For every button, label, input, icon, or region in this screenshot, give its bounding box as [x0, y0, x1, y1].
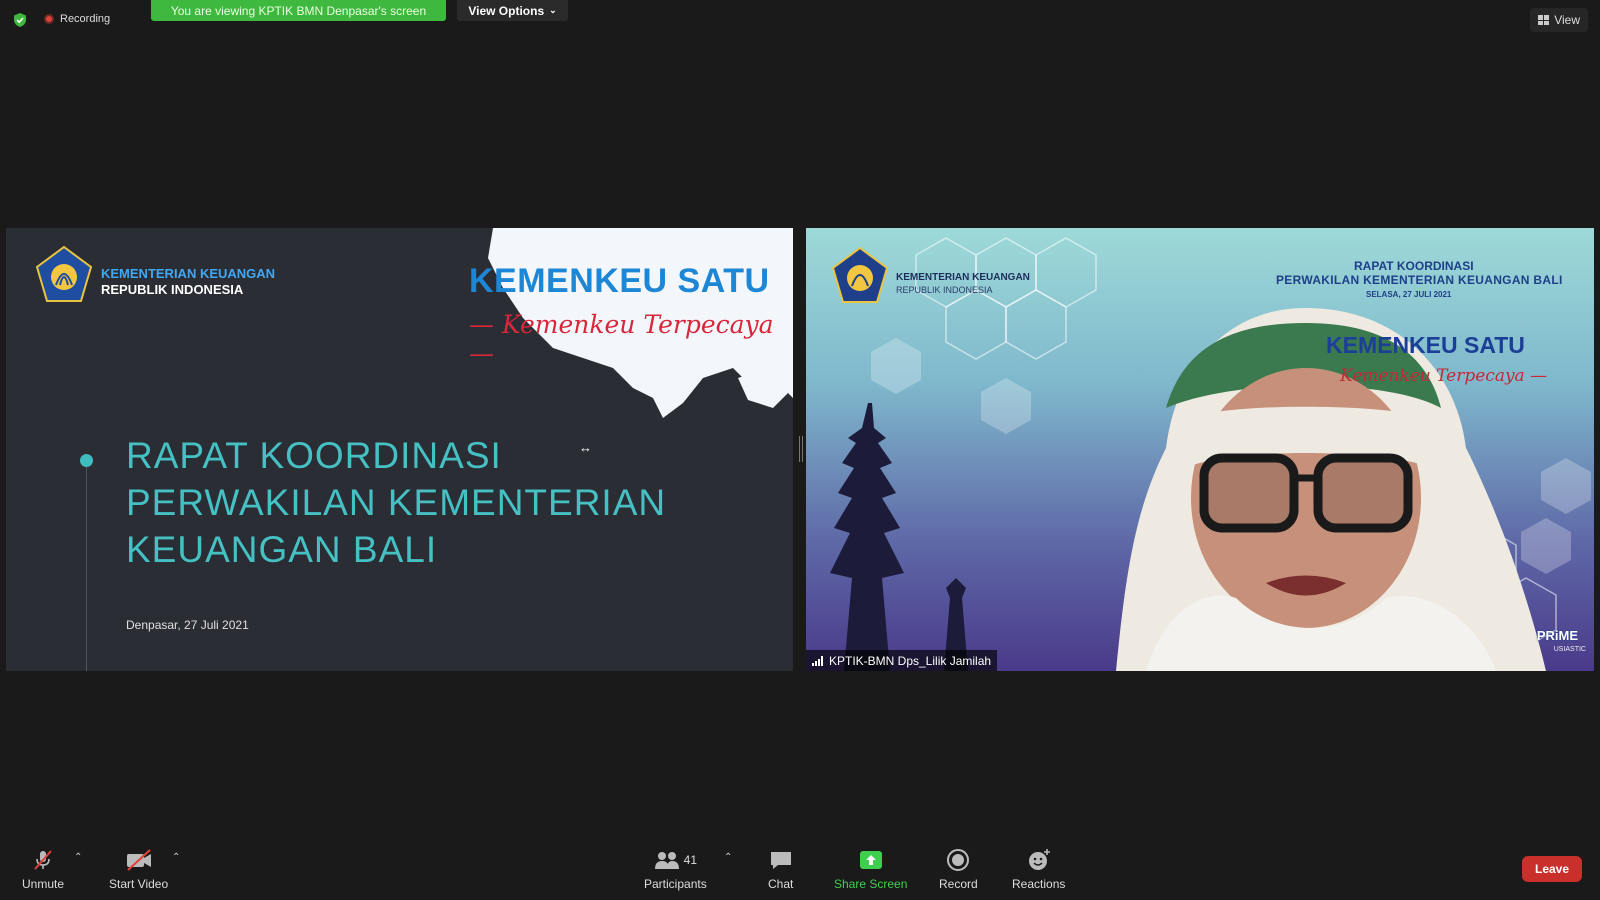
- slide-heading-line: RAPAT KOORDINASI: [126, 435, 502, 476]
- video-options-caret-icon[interactable]: ⌃: [172, 852, 180, 863]
- prime-logo-text: PRiME: [1536, 628, 1578, 643]
- shared-screen-slide[interactable]: KEMENTERIAN KEUANGAN REPUBLIK INDONESIA …: [6, 228, 793, 671]
- slide-org-name: KEMENTERIAN KEUANGAN: [101, 266, 276, 281]
- record-button[interactable]: Record: [939, 848, 978, 891]
- timeline-line: [86, 456, 87, 671]
- recording-indicator[interactable]: Recording: [44, 13, 110, 25]
- recording-label: Recording: [60, 13, 111, 25]
- security-shield-icon[interactable]: [12, 12, 28, 28]
- meeting-toolbar: Unmute ⌃ Start Video ⌃ 41 Participants ⌃…: [0, 840, 1600, 900]
- video-org-country: REPUBLIK INDONESIA: [896, 285, 993, 295]
- chat-bubble-icon: [769, 848, 793, 872]
- participants-button[interactable]: 41 Participants: [644, 848, 707, 891]
- slide-heading: RAPAT KOORDINASI PERWAKILAN KEMENTERIAN …: [126, 432, 726, 573]
- participants-icon: 41: [654, 848, 697, 872]
- chat-label: Chat: [768, 877, 794, 891]
- microphone-muted-icon: [31, 848, 55, 872]
- participants-options-caret-icon[interactable]: ⌃: [724, 852, 732, 863]
- video-brand-title: KEMENKEU SATU: [1326, 332, 1525, 358]
- participant-name-tag: KPTIK-BMN Dps_Lilik Jamilah: [806, 650, 998, 671]
- timeline-dot: [80, 454, 93, 467]
- record-label: Record: [939, 877, 978, 891]
- share-screen-label: Share Screen: [834, 877, 908, 891]
- kemenkeu-logo-icon: [35, 245, 93, 302]
- record-icon: [946, 848, 970, 872]
- reactions-label: Reactions: [1012, 877, 1066, 891]
- chevron-down-icon: ⌄: [549, 5, 557, 15]
- video-camera-off-icon: [125, 848, 153, 872]
- kemenkeu-logo-icon: [831, 246, 889, 303]
- unmute-label: Unmute: [22, 877, 65, 891]
- share-screen-button[interactable]: Share Screen: [834, 848, 907, 891]
- participant-person-image: [1116, 308, 1546, 671]
- start-video-label: Start Video: [109, 877, 169, 891]
- participants-count: 41: [683, 853, 698, 867]
- slide-org-country: REPUBLIK INDONESIA: [101, 282, 244, 297]
- video-org-name: KEMENTERIAN KEUANGAN: [896, 272, 1030, 283]
- chat-button[interactable]: Chat: [768, 848, 793, 891]
- slide-heading-line: KEUANGAN BALI: [126, 529, 438, 570]
- prime-sub-text: USIASTIC: [1553, 646, 1586, 653]
- slide-date: Denpasar, 27 Juli 2021: [126, 618, 249, 632]
- meeting-window: Recording You are viewing KPTIK BMN Denp…: [0, 0, 1600, 900]
- slide-heading-line: PERWAKILAN KEMENTERIAN: [126, 482, 667, 523]
- recording-dot-icon: [44, 14, 54, 24]
- signal-strength-icon: [812, 655, 823, 666]
- video-brand-tagline: Kemenkeu Terpecaya —: [1340, 366, 1548, 386]
- start-video-button[interactable]: Start Video: [109, 848, 168, 891]
- view-button[interactable]: View: [1530, 8, 1588, 32]
- resize-cursor-icon: ↔: [579, 440, 592, 455]
- reactions-button[interactable]: Reactions: [1012, 848, 1065, 891]
- unmute-button[interactable]: Unmute: [22, 848, 64, 891]
- view-options-button[interactable]: View Options ⌄: [457, 0, 568, 21]
- view-label: View: [1554, 13, 1580, 27]
- view-options-label: View Options: [468, 3, 545, 18]
- leave-button[interactable]: Leave: [1522, 856, 1582, 882]
- participant-name: KPTIK-BMN Dps_Lilik Jamilah: [829, 653, 992, 668]
- audio-options-caret-icon[interactable]: ⌃: [74, 852, 82, 863]
- reactions-smiley-icon: [1026, 848, 1052, 872]
- share-screen-icon: [859, 848, 883, 872]
- participants-label: Participants: [644, 877, 707, 891]
- participant-video-tile[interactable]: KEMENTERIAN KEUANGAN REPUBLIK INDONESIA …: [806, 228, 1594, 671]
- viewing-screen-banner: You are viewing KPTIK BMN Denpasar's scr…: [151, 0, 446, 21]
- grid-view-icon: [1538, 15, 1550, 25]
- brand-title: KEMENKEU SATU: [469, 262, 770, 300]
- panel-splitter-handle[interactable]: [799, 436, 803, 462]
- brand-tagline: — Kemenkeu Terpecaya —: [469, 310, 774, 368]
